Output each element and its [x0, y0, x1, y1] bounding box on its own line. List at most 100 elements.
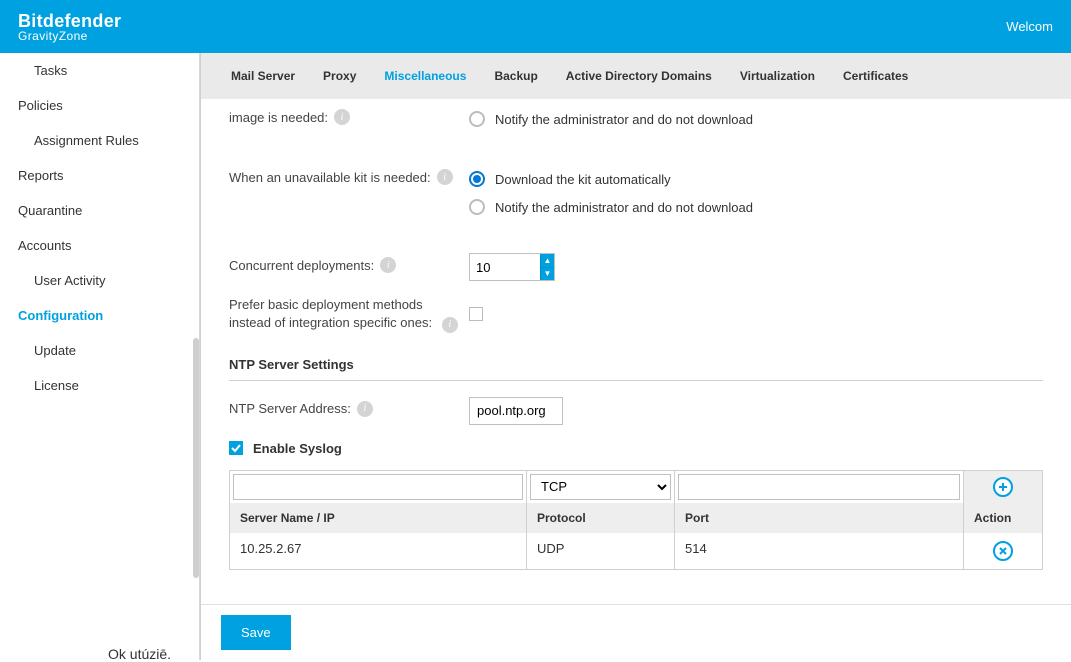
radio-icon: [469, 199, 485, 215]
concurrent-spinner: ▲ ▼: [469, 253, 555, 281]
row-prefer-basic: Prefer basic deployment methods instead …: [229, 287, 1043, 339]
label-concurrent: Concurrent deployments: i: [229, 253, 469, 273]
syslog-data-row: 10.25.2.67 UDP 514: [230, 533, 1042, 569]
label-image-needed: image is needed: i: [229, 105, 469, 125]
tab-backup[interactable]: Backup: [480, 53, 551, 99]
info-icon[interactable]: i: [357, 401, 373, 417]
sidebar-scrollbar-track[interactable]: [193, 63, 199, 650]
remove-syslog-button[interactable]: [993, 541, 1013, 561]
label-ntp-address: NTP Server Address: i: [229, 397, 469, 417]
sidebar-item-accounts[interactable]: Accounts: [0, 228, 199, 263]
tab-mail-server[interactable]: Mail Server: [217, 53, 309, 99]
info-icon[interactable]: i: [437, 169, 453, 185]
close-icon: [998, 546, 1008, 556]
brand-block: Bitdefender GravityZone: [18, 12, 121, 42]
syslog-row-action-cell: [964, 533, 1042, 569]
row-image-needed: image is needed: i Notify the administra…: [229, 99, 1043, 139]
radio-kit-download[interactable]: Download the kit automatically: [469, 165, 1043, 193]
row-concurrent: Concurrent deployments: i ▲ ▼: [229, 247, 1043, 287]
radio-image-notify[interactable]: Notify the administrator and do not down…: [469, 105, 1043, 133]
syslog-header-action: Action: [964, 503, 1042, 533]
syslog-header-port: Port: [675, 503, 964, 533]
radio-icon: [469, 111, 485, 127]
tab-ad-domains[interactable]: Active Directory Domains: [552, 53, 726, 99]
radio-kit-download-label: Download the kit automatically: [495, 172, 671, 187]
sidebar-item-assignment-rules[interactable]: Assignment Rules: [0, 123, 199, 158]
sidebar-item-configuration[interactable]: Configuration: [0, 298, 199, 333]
syslog-row-server: 10.25.2.67: [230, 533, 527, 569]
info-icon[interactable]: i: [442, 317, 458, 333]
enable-syslog-row: Enable Syslog: [229, 431, 1043, 470]
main-panel: Mail Server Proxy Miscellaneous Backup A…: [200, 53, 1071, 660]
radio-image-notify-label: Notify the administrator and do not down…: [495, 112, 753, 127]
syslog-server-input[interactable]: [233, 474, 523, 500]
tabs-bar: Mail Server Proxy Miscellaneous Backup A…: [200, 53, 1071, 99]
label-ntp-address-text: NTP Server Address:: [229, 401, 351, 416]
label-image-needed-text: image is needed:: [229, 110, 328, 125]
syslog-input-port-cell: [675, 471, 964, 503]
syslog-protocol-select[interactable]: TCP: [530, 474, 671, 500]
radio-kit-notify-label: Notify the administrator and do not down…: [495, 200, 753, 215]
syslog-header-protocol: Protocol: [527, 503, 675, 533]
ctrl-kit-needed: Download the kit automatically Notify th…: [469, 165, 1043, 221]
label-prefer-basic-b-wrap: instead of integration specific ones: i: [229, 315, 458, 333]
row-kit-needed: When an unavailable kit is needed: i Dow…: [229, 159, 1043, 227]
sidebar-item-policies[interactable]: Policies: [0, 88, 199, 123]
syslog-input-server-cell: [230, 471, 527, 503]
brand-main: Bitdefender: [18, 12, 121, 30]
sidebar-item-license[interactable]: License: [0, 368, 199, 403]
syslog-row-protocol: UDP: [527, 533, 675, 569]
label-kit-needed: When an unavailable kit is needed: i: [229, 165, 469, 185]
footer-bar: Save: [200, 604, 1071, 660]
syslog-header-row: Server Name / IP Protocol Port Action: [230, 503, 1042, 533]
app-header: Bitdefender GravityZone Welcom: [0, 0, 1071, 53]
ctrl-prefer-basic: [469, 293, 1043, 324]
enable-syslog-checkbox[interactable]: [229, 441, 243, 455]
brand-sub: GravityZone: [18, 30, 121, 42]
enable-syslog-label: Enable Syslog: [253, 441, 342, 456]
radio-icon: [469, 171, 485, 187]
row-ntp-address: NTP Server Address: i: [229, 391, 1043, 431]
label-kit-needed-text: When an unavailable kit is needed:: [229, 170, 431, 185]
tab-virtualization[interactable]: Virtualization: [726, 53, 829, 99]
sidebar: Tasks Policies Assignment Rules Reports …: [0, 53, 200, 660]
tab-proxy[interactable]: Proxy: [309, 53, 370, 99]
syslog-port-input[interactable]: [678, 474, 960, 500]
label-prefer-basic: Prefer basic deployment methods instead …: [229, 293, 469, 333]
sidebar-item-quarantine[interactable]: Quarantine: [0, 193, 199, 228]
syslog-row-port: 514: [675, 533, 964, 569]
radio-kit-notify[interactable]: Notify the administrator and do not down…: [469, 193, 1043, 221]
sidebar-item-update[interactable]: Update: [0, 333, 199, 368]
syslog-header-server: Server Name / IP: [230, 503, 527, 533]
syslog-input-row: TCP: [230, 471, 1042, 503]
prefer-basic-checkbox[interactable]: [469, 307, 483, 321]
spin-up-button[interactable]: ▲: [540, 254, 554, 267]
add-syslog-button[interactable]: [993, 477, 1013, 497]
syslog-input-action-cell: [964, 471, 1042, 503]
welcome-text: Welcom: [1006, 19, 1053, 34]
syslog-input-protocol-cell: TCP: [527, 471, 675, 503]
info-icon[interactable]: i: [334, 109, 350, 125]
info-icon[interactable]: i: [380, 257, 396, 273]
tab-miscellaneous[interactable]: Miscellaneous: [370, 53, 480, 99]
plus-icon: [998, 482, 1008, 492]
spin-down-button[interactable]: ▼: [540, 267, 554, 281]
ntp-section-header: NTP Server Settings: [229, 339, 1043, 381]
save-button[interactable]: Save: [221, 615, 291, 650]
spin-buttons: ▲ ▼: [540, 254, 554, 280]
content-area: image is needed: i Notify the administra…: [200, 99, 1071, 660]
concurrent-input[interactable]: [470, 254, 540, 280]
label-prefer-basic-b: instead of integration specific ones:: [229, 315, 432, 330]
sidebar-item-tasks[interactable]: Tasks: [0, 53, 199, 88]
tab-certificates[interactable]: Certificates: [829, 53, 922, 99]
sidebar-item-user-activity[interactable]: User Activity: [0, 263, 199, 298]
ntp-address-input[interactable]: [469, 397, 563, 425]
label-concurrent-text: Concurrent deployments:: [229, 258, 374, 273]
sidebar-item-reports[interactable]: Reports: [0, 158, 199, 193]
body-wrap: Tasks Policies Assignment Rules Reports …: [0, 53, 1071, 660]
ctrl-image-needed: Notify the administrator and do not down…: [469, 105, 1043, 133]
syslog-grid: TCP Server Name / IP Protocol: [229, 470, 1043, 570]
ctrl-concurrent: ▲ ▼: [469, 253, 1043, 281]
sidebar-scrollbar-thumb[interactable]: [193, 338, 199, 578]
ctrl-ntp-address: [469, 397, 1043, 425]
